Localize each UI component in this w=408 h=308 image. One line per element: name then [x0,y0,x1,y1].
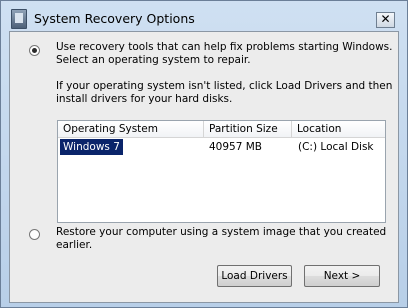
os-listview[interactable]: Operating System Partition Size Location… [57,120,386,223]
column-header-location[interactable]: Location [292,121,385,137]
close-button[interactable]: ✕ [376,12,395,28]
app-icon [11,9,27,29]
column-header-partition-size[interactable]: Partition Size [204,121,292,137]
cell-partition-size: 40957 MB [209,141,263,153]
close-icon: ✕ [380,12,391,26]
recovery-tools-text-1: Use recovery tools that can help fix pro… [56,41,393,53]
recovery-tools-text-2: Select an operating system to repair. [56,54,251,66]
cell-os: Windows 7 [60,139,123,155]
radio-restore-image[interactable] [29,229,40,240]
window-title: System Recovery Options [34,11,195,26]
list-header: Operating System Partition Size Location [58,121,385,138]
restore-image-text-1: Restore your computer using a system ima… [56,226,387,238]
next-button[interactable]: Next > [304,265,380,287]
title-bar[interactable]: System Recovery Options ✕ [3,3,405,31]
dialog-window: System Recovery Options ✕ Use recovery t… [0,0,408,308]
info-text-2: install drivers for your hard disks. [56,93,233,105]
info-text-1: If your operating system isn't listed, c… [56,80,393,92]
load-drivers-button[interactable]: Load Drivers [217,265,292,287]
cell-location: (C:) Local Disk [298,141,374,153]
table-row[interactable]: Windows 7 40957 MB (C:) Local Disk [58,139,385,155]
radio-recovery-tools[interactable] [29,45,40,56]
restore-image-text-2: earlier. [56,239,93,251]
dialog-body: Use recovery tools that can help fix pro… [9,31,399,303]
column-header-os[interactable]: Operating System [58,121,204,137]
